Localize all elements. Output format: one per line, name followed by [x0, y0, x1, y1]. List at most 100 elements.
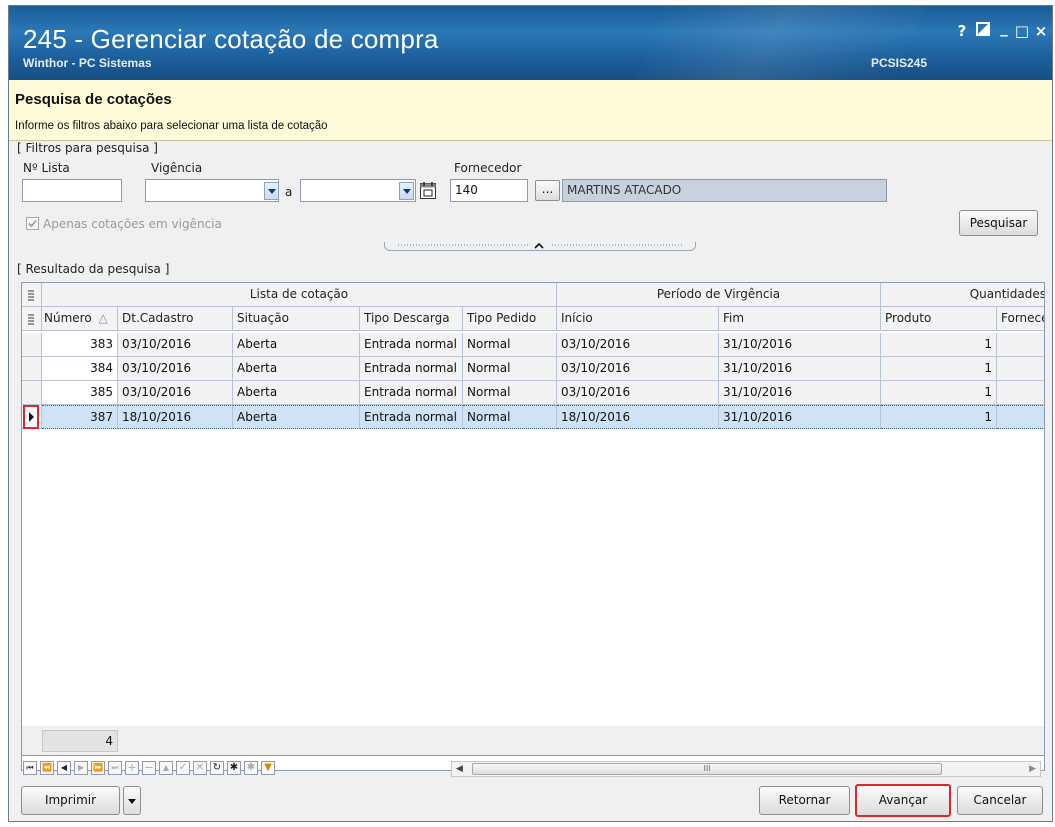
- vigencia-from-field[interactable]: [145, 179, 279, 202]
- bookmark-icon[interactable]: ✱: [227, 761, 241, 775]
- col-produto[interactable]: Produto: [881, 307, 997, 331]
- refresh-icon[interactable]: ↻: [210, 761, 224, 775]
- prev-record-icon[interactable]: ◀: [57, 761, 71, 775]
- row-indicator[interactable]: [22, 381, 42, 405]
- table-cell[interactable]: 385: [42, 381, 118, 405]
- table-cell[interactable]: [997, 381, 1044, 405]
- col-situacao[interactable]: Situação: [233, 307, 360, 331]
- col-fornecedor[interactable]: Fornecedor: [997, 307, 1044, 331]
- prev-page-icon[interactable]: ⏪: [40, 761, 54, 775]
- col-numero[interactable]: Número △: [42, 307, 118, 331]
- table-cell[interactable]: Aberta: [233, 333, 360, 357]
- table-cell[interactable]: Aberta: [233, 405, 360, 429]
- maximize-button[interactable]: □: [1013, 22, 1031, 40]
- fornecedor-code-input[interactable]: 140: [450, 179, 528, 202]
- table-cell[interactable]: 387: [42, 405, 118, 429]
- table-cell[interactable]: [997, 357, 1044, 381]
- edit-record-icon[interactable]: ▲: [159, 761, 173, 775]
- col-dt-cadastro[interactable]: Dt.Cadastro: [118, 307, 233, 331]
- help-button[interactable]: ?: [953, 22, 971, 40]
- vigencia-from-dropdown-icon[interactable]: [264, 182, 279, 200]
- table-cell[interactable]: [997, 333, 1044, 357]
- back-button[interactable]: Retornar: [759, 786, 850, 815]
- row-indicator[interactable]: [22, 333, 42, 357]
- page-title: Pesquisa de cotações: [15, 91, 172, 108]
- table-cell[interactable]: Normal: [463, 357, 557, 381]
- table-cell[interactable]: 03/10/2016: [118, 333, 233, 357]
- scroll-left-icon[interactable]: ◀: [456, 762, 463, 776]
- results-grid[interactable]: Lista de cotação Período de Virgência Qu…: [21, 282, 1045, 771]
- table-cell[interactable]: [997, 405, 1044, 429]
- cancel-edit-icon[interactable]: ✕: [193, 761, 207, 775]
- table-cell[interactable]: 03/10/2016: [118, 381, 233, 405]
- table-cell[interactable]: Entrada normal: [360, 333, 463, 357]
- table-cell[interactable]: Normal: [463, 381, 557, 405]
- col-tipo-pedido[interactable]: Tipo Pedido: [463, 307, 557, 331]
- table-cell[interactable]: 31/10/2016: [719, 405, 881, 429]
- grid-footer: 4: [21, 726, 1045, 756]
- table-cell[interactable]: 1: [881, 357, 997, 381]
- col-tipo-descarga[interactable]: Tipo Descarga: [360, 307, 463, 331]
- collapse-splitter[interactable]: [384, 242, 696, 251]
- table-cell[interactable]: Normal: [463, 405, 557, 429]
- window-subtitle: Winthor - PC Sistemas: [23, 56, 152, 70]
- table-cell[interactable]: 31/10/2016: [719, 381, 881, 405]
- table-cell[interactable]: 384: [42, 357, 118, 381]
- restore-icon[interactable]: [974, 22, 992, 40]
- table-cell[interactable]: 31/10/2016: [719, 357, 881, 381]
- apenas-vigencia-checkbox[interactable]: [26, 217, 39, 230]
- calendar-icon[interactable]: [419, 181, 437, 200]
- filter-icon[interactable]: ▼: [261, 761, 275, 775]
- num-lista-input[interactable]: [22, 179, 122, 202]
- table-cell[interactable]: 1: [881, 381, 997, 405]
- goto-bookmark-icon[interactable]: ✱: [244, 761, 258, 775]
- print-options-dropdown[interactable]: [123, 786, 141, 815]
- record-navigator: ⏮ ⏪ ◀ ▶ ⏩ ⏭ + − ▲ ✓ ✕ ↻ ✱ ✱ ▼: [23, 761, 383, 777]
- table-cell[interactable]: 03/10/2016: [557, 381, 719, 405]
- next-record-icon[interactable]: ▶: [74, 761, 88, 775]
- table-cell[interactable]: 03/10/2016: [118, 357, 233, 381]
- table-cell[interactable]: 18/10/2016: [118, 405, 233, 429]
- col-fim[interactable]: Fim: [719, 307, 881, 331]
- table-cell[interactable]: 1: [881, 405, 997, 429]
- table-cell[interactable]: Normal: [463, 333, 557, 357]
- row-indicator[interactable]: [22, 357, 42, 381]
- last-record-icon[interactable]: ⏭: [108, 761, 122, 775]
- cancel-button[interactable]: Cancelar: [957, 786, 1043, 815]
- vigencia-to-dropdown-icon[interactable]: [399, 182, 414, 200]
- table-cell[interactable]: Aberta: [233, 357, 360, 381]
- next-button[interactable]: Avançar: [855, 784, 951, 817]
- close-button[interactable]: ×: [1032, 22, 1050, 40]
- table-cell[interactable]: 18/10/2016: [557, 405, 719, 429]
- band-menu-icon[interactable]: [22, 283, 42, 307]
- table-cell[interactable]: 383: [42, 333, 118, 357]
- table-cell[interactable]: 03/10/2016: [557, 333, 719, 357]
- post-edit-icon[interactable]: ✓: [176, 761, 190, 775]
- table-cell[interactable]: Entrada normal: [360, 357, 463, 381]
- title-bar: 245 - Gerenciar cotação de compra Wintho…: [9, 6, 1052, 80]
- scroll-right-icon[interactable]: ▶: [1029, 762, 1036, 776]
- row-indicator-current[interactable]: [23, 405, 39, 429]
- horizontal-scrollbar[interactable]: ◀ III ▶: [451, 761, 1041, 777]
- first-record-icon[interactable]: ⏮: [23, 761, 37, 775]
- table-cell[interactable]: Entrada normal: [360, 381, 463, 405]
- minimize-button[interactable]: _: [995, 19, 1013, 37]
- scroll-thumb[interactable]: III: [472, 763, 942, 775]
- search-button[interactable]: Pesquisar: [959, 210, 1038, 236]
- table-cell[interactable]: Aberta: [233, 381, 360, 405]
- band-lista-cotacao: Lista de cotação: [42, 283, 557, 307]
- fornecedor-lookup-button[interactable]: ...: [535, 180, 560, 201]
- table-cell[interactable]: Entrada normal: [360, 405, 463, 429]
- table-cell[interactable]: 03/10/2016: [557, 357, 719, 381]
- print-button[interactable]: Imprimir: [21, 786, 120, 815]
- col-inicio[interactable]: Início: [557, 307, 719, 331]
- insert-record-icon[interactable]: +: [125, 761, 139, 775]
- table-cell[interactable]: 31/10/2016: [719, 333, 881, 357]
- table-cell[interactable]: 1: [881, 333, 997, 357]
- column-chooser-icon[interactable]: [22, 307, 42, 331]
- vigencia-label: Vigência: [151, 161, 203, 175]
- delete-record-icon[interactable]: −: [142, 761, 156, 775]
- window-title: 245 - Gerenciar cotação de compra: [23, 24, 439, 54]
- next-page-icon[interactable]: ⏩: [91, 761, 105, 775]
- program-code: PCSIS245: [871, 56, 928, 70]
